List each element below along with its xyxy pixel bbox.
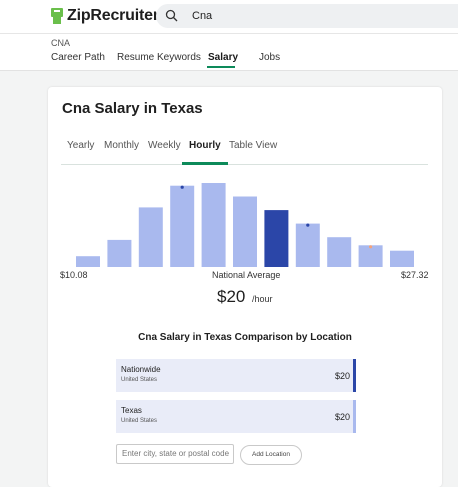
location-row-nationwide: Nationwide United States $20 (116, 359, 356, 392)
top-header: ZipRecruiter Cna (0, 0, 458, 33)
chart-bar (138, 207, 163, 267)
search-input[interactable]: Cna (192, 10, 212, 22)
location-name: Nationwide (121, 365, 161, 374)
salary-value: $20 (217, 287, 246, 306)
tab-resume-keywords[interactable]: Resume Keywords (117, 52, 201, 63)
national-average-label: National Average (212, 270, 281, 280)
search-box[interactable]: Cna (156, 4, 458, 28)
chart-marker (306, 223, 310, 227)
search-icon[interactable] (165, 9, 178, 22)
chart-bar (233, 196, 257, 267)
min-salary-label: $10.08 (60, 270, 88, 280)
salary-distribution-chart (76, 183, 414, 267)
logo-text: ZipRecruiter (67, 7, 159, 24)
location-row-texas: Texas United States $20 (116, 400, 356, 433)
location-salary: $20 (334, 412, 350, 422)
salary-card: Cna Salary in Texas Yearly Monthly Weekl… (48, 87, 442, 487)
location-input[interactable]: Enter city, state or postal code (116, 444, 234, 464)
chart-bar (358, 245, 383, 267)
sub-navigation: CNA Career Path Resume Keywords Salary J… (0, 33, 458, 71)
tab-salary[interactable]: Salary (208, 52, 238, 63)
location-bar-edge (353, 400, 356, 433)
active-tab-indicator (207, 66, 235, 68)
ziprecruiter-logo[interactable]: ZipRecruiter (50, 5, 159, 27)
location-bar-edge (353, 359, 356, 392)
logo-icon (51, 8, 63, 24)
chart-marker (180, 185, 184, 189)
tab-jobs[interactable]: Jobs (259, 52, 280, 63)
chart-bar (390, 250, 414, 267)
salary-unit: /hour (252, 294, 273, 304)
max-salary-label: $27.32 (401, 270, 429, 280)
add-location-button[interactable]: Add Location (240, 445, 302, 465)
chart-bar (76, 256, 100, 267)
chart-bar (107, 239, 132, 267)
chart-marker (369, 245, 373, 249)
chart-bar-highlighted (264, 210, 289, 267)
breadcrumb[interactable]: CNA (51, 38, 70, 48)
location-salary: $20 (334, 371, 350, 381)
comparison-title: Cna Salary in Texas Comparison by Locati… (138, 332, 352, 343)
location-name: Texas (121, 406, 142, 415)
chart-bar (327, 237, 352, 267)
chart-bar (201, 183, 226, 267)
chart-bar (170, 185, 195, 267)
tab-career-path[interactable]: Career Path (51, 52, 105, 63)
chart-bar (295, 223, 320, 267)
location-country: United States (121, 418, 158, 424)
location-country: United States (121, 377, 158, 383)
